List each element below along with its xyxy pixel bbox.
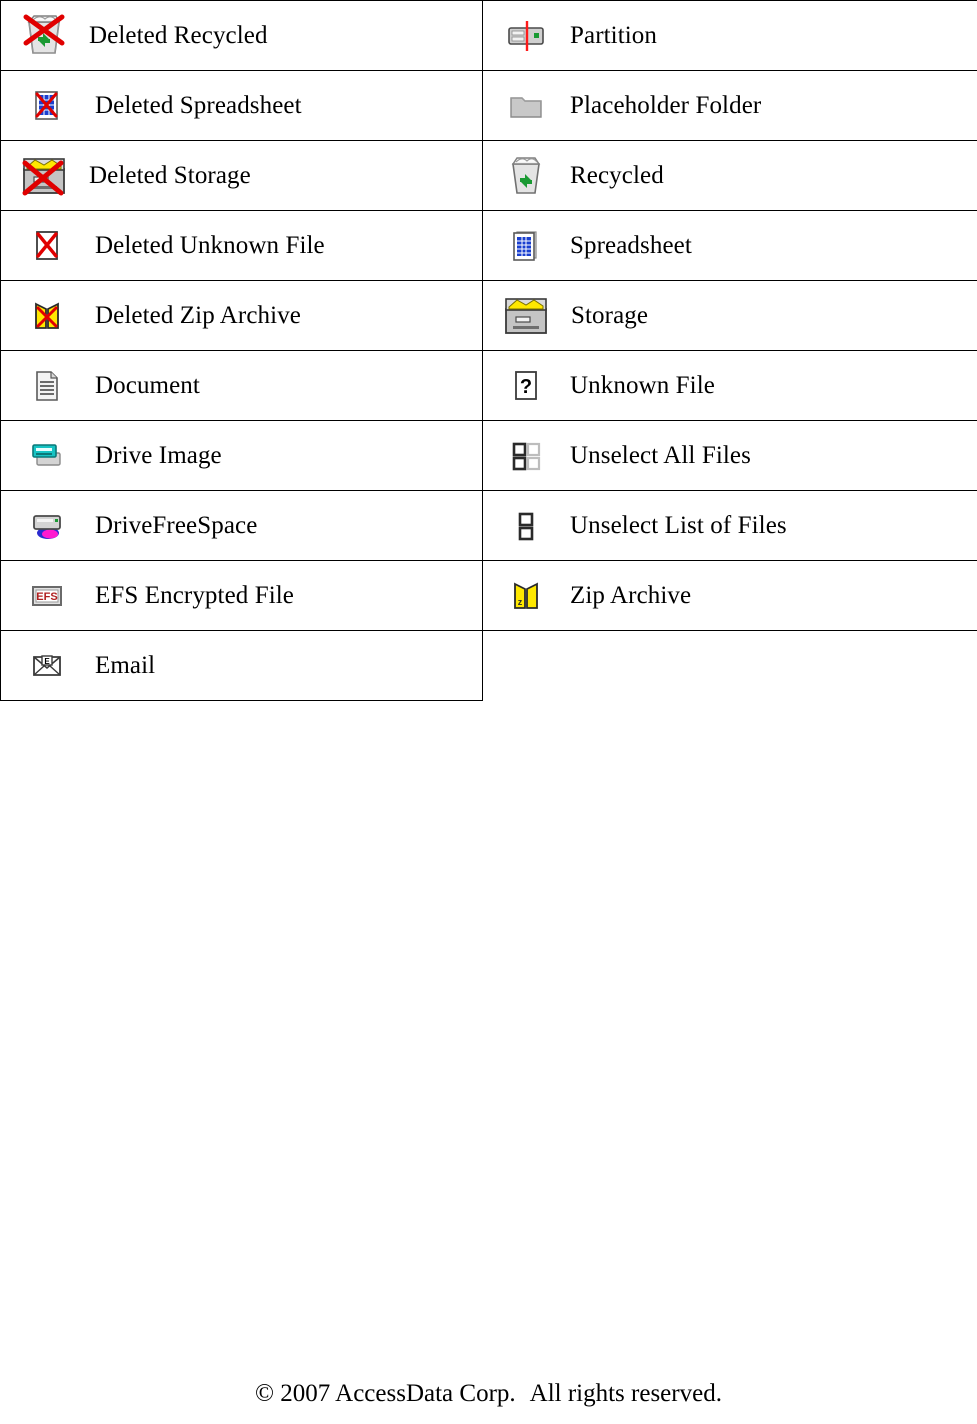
legend-cell-unknown-file: ? Unknown File [482,350,977,421]
legend-cell-placeholder-folder: Placeholder Folder [482,70,977,141]
legend-label: Recycled [570,162,664,189]
legend-label: DriveFreeSpace [95,512,258,539]
svg-text:?: ? [519,376,531,398]
efs-encrypted-file-icon: EFS [1,572,93,620]
legend-label: Storage [571,302,649,329]
table-row: DriveFreeSpace Unselect List of Files [0,490,977,561]
deleted-unknown-file-icon [1,222,93,270]
footer-copyright: © 2007 AccessData Corp. [255,1380,516,1407]
table-row: Deleted Spreadsheet Placeholder Folder [0,70,977,141]
legend-cell-zip-archive: z Zip Archive [482,560,977,631]
legend-label: Deleted Zip Archive [95,302,301,329]
legend-label: Deleted Unknown File [95,232,325,259]
zip-archive-icon: z [483,572,568,620]
deleted-zip-archive-icon [1,292,93,340]
table-row: E Email [0,630,977,701]
legend-label: Spreadsheet [570,232,692,259]
placeholder-folder-icon [483,82,568,130]
legend-label: EFS Encrypted File [95,582,295,609]
spreadsheet-icon [483,222,568,270]
table-row: Deleted Storage Recycled [0,140,977,211]
table-row: Document ? Unknown File [0,350,977,421]
legend-cell-deleted-recycled: Deleted Recycled [0,0,483,71]
deleted-recycled-icon [1,12,87,60]
legend-label: Deleted Storage [89,162,251,189]
legend-label: Unknown File [570,372,715,399]
svg-text:z: z [517,597,522,607]
legend-label: Zip Archive [570,582,692,609]
legend-cell-document: Document [0,350,483,421]
legend-cell-empty [482,630,977,701]
deleted-storage-icon [1,152,87,200]
legend-cell-efs-encrypted-file: EFS EFS Encrypted File [0,560,483,631]
table-row: Deleted Zip Archive Storage [0,280,977,351]
unselect-list-of-files-icon [483,502,568,550]
legend-cell-storage: Storage [482,280,977,351]
legend-label: Drive Image [95,442,222,469]
legend-cell-drive-image: Drive Image [0,420,483,491]
deleted-spreadsheet-icon [1,82,93,130]
svg-text:EFS: EFS [36,591,57,603]
icon-legend-table: Deleted Recycled Partition Deleted Sprea… [0,0,977,701]
legend-cell-recycled: Recycled [482,140,977,211]
partition-icon [483,12,568,60]
document-icon [1,362,93,410]
legend-cell-deleted-spreadsheet: Deleted Spreadsheet [0,70,483,141]
legend-label: Placeholder Folder [570,92,762,119]
svg-text:E: E [44,657,50,666]
table-row: Deleted Unknown File Spreadsheet [0,210,977,281]
legend-cell-drive-free-space: DriveFreeSpace [0,490,483,561]
legend-label: Email [95,652,156,679]
drive-free-space-icon [1,502,93,550]
legend-cell-unselect-all-files: Unselect All Files [482,420,977,491]
email-icon: E [1,642,93,690]
unknown-file-icon: ? [483,362,568,410]
drive-image-icon [1,432,93,480]
legend-label: Document [95,372,200,399]
legend-label: Deleted Spreadsheet [95,92,302,119]
legend-cell-deleted-unknown-file: Deleted Unknown File [0,210,483,281]
unselect-all-files-icon [483,432,568,480]
legend-cell-partition: Partition [482,0,977,71]
legend-cell-spreadsheet: Spreadsheet [482,210,977,281]
recycled-icon [483,152,568,200]
page-footer: © 2007 AccessData Corp. All rights reserv… [0,1381,977,1406]
legend-cell-deleted-zip-archive: Deleted Zip Archive [0,280,483,351]
legend-cell-email: E Email [0,630,483,701]
footer-rights: All rights reserved. [529,1380,722,1407]
legend-label: Unselect All Files [570,442,751,469]
table-row: Drive Image Unselect All Files [0,420,977,491]
legend-label: Deleted Recycled [89,22,268,49]
table-row: Deleted Recycled Partition [0,0,977,71]
legend-cell-deleted-storage: Deleted Storage [0,140,483,211]
legend-label: Unselect List of Files [570,512,787,539]
legend-label: Partition [570,22,658,49]
storage-icon [483,292,569,340]
legend-cell-unselect-list-of-files: Unselect List of Files [482,490,977,561]
table-row: EFS EFS Encrypted File z Zip Archive [0,560,977,631]
